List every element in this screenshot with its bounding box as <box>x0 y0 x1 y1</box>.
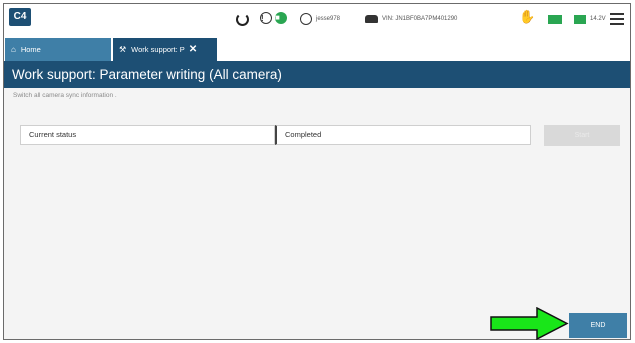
end-button[interactable]: END <box>569 313 627 338</box>
vin-text: VIN: JN1BF0BA7PM401290 <box>382 16 458 22</box>
close-tab-icon[interactable]: ✕ <box>189 44 197 55</box>
alert-icon[interactable]: ! <box>260 12 272 24</box>
tab-work-support-label: Work support: P <box>131 45 185 54</box>
start-button[interactable]: Start <box>544 125 620 146</box>
green-arrow-icon <box>490 307 569 340</box>
battery-icon <box>574 14 586 24</box>
menu-icon[interactable] <box>610 13 624 27</box>
hand-icon[interactable]: ✋ <box>519 9 535 24</box>
tab-bar: ⌂ Home ⚒ Work support: P ✕ <box>4 34 630 61</box>
current-status-value: Completed <box>275 125 531 145</box>
user-icon <box>300 13 312 25</box>
vi-connection-icon[interactable] <box>548 15 562 24</box>
status-bar: C4 ! ■ jesse978 VIN: JN1BF0BA7PM401290 ✋… <box>4 4 630 34</box>
vehicle-info[interactable]: VIN: JN1BF0BA7PM401290 <box>365 12 457 26</box>
wrench-icon: ⚒ <box>119 45 127 54</box>
current-status-label: Current status <box>20 125 275 145</box>
home-icon: ⌂ <box>11 45 16 54</box>
voltage-text: 14.2V <box>590 16 606 22</box>
user-name: jesse978 <box>316 16 341 22</box>
tab-home-label: Home <box>20 45 41 54</box>
page-subtitle: Switch all camera sync information . <box>13 92 117 99</box>
refresh-icon[interactable] <box>236 13 249 26</box>
tab-home[interactable]: ⌂ Home <box>5 38 111 61</box>
connection-status-icon[interactable]: ■ <box>275 12 287 24</box>
app-window: C4 ! ■ jesse978 VIN: JN1BF0BA7PM401290 ✋… <box>3 3 631 340</box>
car-icon <box>365 15 378 23</box>
tab-work-support[interactable]: ⚒ Work support: P ✕ <box>113 38 217 61</box>
user-info[interactable]: jesse978 <box>300 12 340 26</box>
app-logo: C4 <box>9 8 31 26</box>
page-title: Work support: Parameter writing (All cam… <box>4 61 630 88</box>
battery-status[interactable]: 14.2V <box>574 12 606 26</box>
